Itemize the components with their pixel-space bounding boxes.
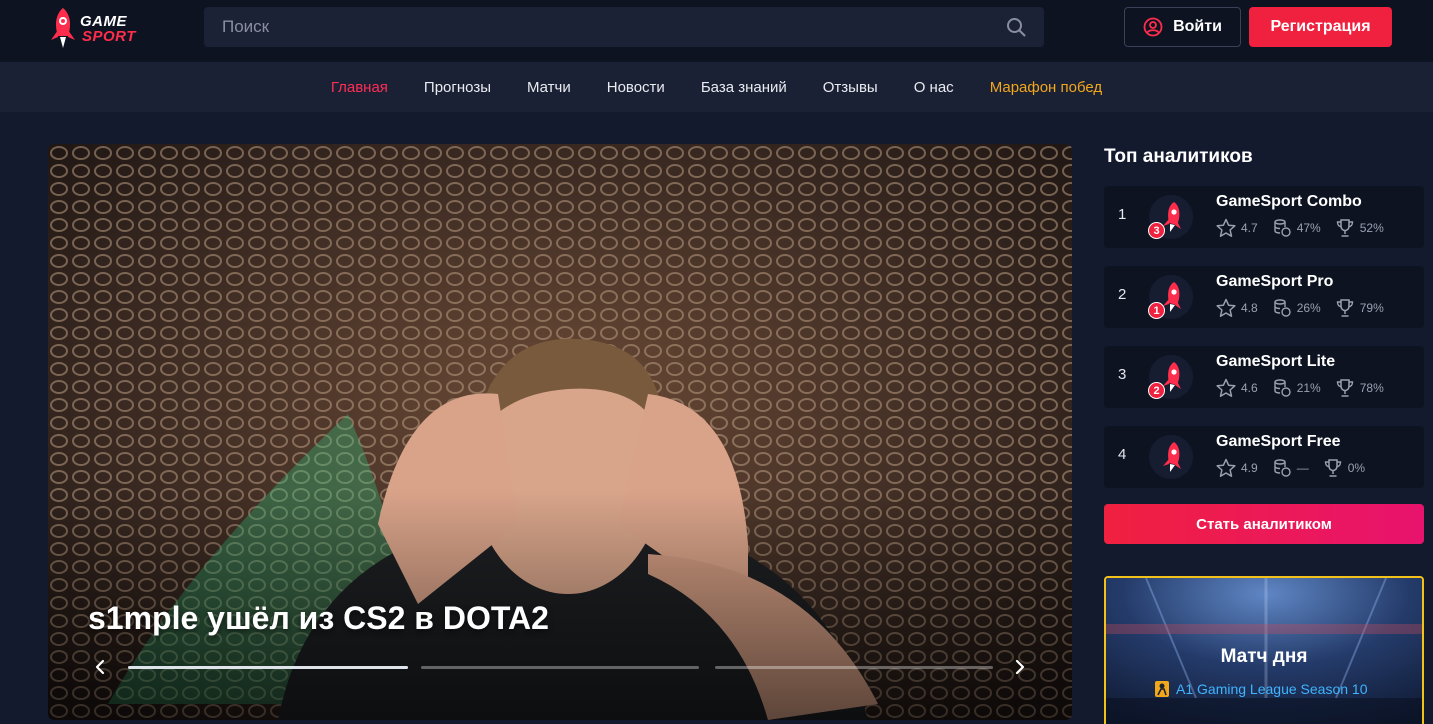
nav-item-reviews[interactable]: Отзывы	[823, 79, 878, 96]
analyst-stats: 4.8 26% 79%	[1216, 298, 1384, 318]
wins-value: 52%	[1359, 221, 1384, 235]
bank-value: 26%	[1296, 301, 1321, 315]
top-header: GAME SPORT Войти Регистрация	[0, 0, 1433, 62]
bank-value: 47%	[1296, 221, 1321, 235]
bank-value: —	[1296, 461, 1309, 475]
rating-stat: 4.9	[1216, 458, 1258, 478]
analyst-card[interactable]: 4 GameSport Free 4.9 — 0%	[1104, 426, 1424, 488]
search-box	[204, 7, 1044, 47]
analyst-stats: 4.7 47% 52%	[1216, 218, 1384, 238]
chevron-left-icon[interactable]	[92, 656, 108, 678]
user-icon	[1143, 17, 1163, 37]
wins-stat: 78%	[1335, 378, 1384, 398]
coins-icon	[1273, 379, 1291, 397]
wins-stat: 52%	[1335, 218, 1384, 238]
analyst-rank: 3	[1118, 366, 1127, 383]
main-nav: Главная Прогнозы Матчи Новости База знан…	[0, 62, 1433, 112]
analyst-badge: 2	[1148, 382, 1165, 399]
login-label: Войти	[1173, 18, 1222, 35]
hero-slider[interactable]: s1mple ушёл из CS2 в DOTA2	[48, 144, 1072, 720]
rating-stat: 4.6	[1216, 378, 1258, 398]
analyst-rank: 1	[1118, 206, 1127, 223]
analyst-rank: 4	[1118, 446, 1127, 463]
coins-icon	[1273, 219, 1291, 237]
star-icon	[1216, 378, 1236, 397]
bank-stat: 26%	[1272, 298, 1321, 318]
rating-stat: 4.7	[1216, 218, 1258, 238]
chevron-right-icon[interactable]	[1012, 656, 1028, 678]
slide-indicator-3[interactable]	[715, 666, 993, 669]
nav-item-matches[interactable]: Матчи	[527, 79, 571, 96]
slide-indicator-2[interactable]	[421, 666, 699, 669]
analyst-rank: 2	[1118, 286, 1127, 303]
become-analyst-button[interactable]: Стать аналитиком	[1104, 504, 1424, 544]
rating-value: 4.6	[1241, 381, 1258, 395]
analyst-card[interactable]: 1 3 GameSport Combo 4.7 47% 52%	[1104, 186, 1424, 248]
search-input[interactable]	[204, 7, 984, 47]
rating-stat: 4.8	[1216, 298, 1258, 318]
wins-value: 79%	[1359, 301, 1384, 315]
trophy-icon	[1336, 299, 1353, 317]
trophy-icon	[1324, 459, 1341, 477]
star-icon	[1216, 298, 1236, 317]
coins-icon	[1273, 299, 1291, 317]
star-icon	[1216, 218, 1236, 237]
gamesport-logo[interactable]: GAME SPORT	[46, 6, 146, 50]
bank-value: 21%	[1296, 381, 1321, 395]
rocket-avatar-icon	[1149, 435, 1193, 479]
rocket-logo-icon	[51, 8, 75, 48]
bank-stat: —	[1272, 458, 1309, 478]
analyst-stats: 4.9 — 0%	[1216, 458, 1365, 478]
wins-stat: 79%	[1335, 298, 1384, 318]
star-icon	[1216, 458, 1236, 477]
analyst-name[interactable]: GameSport Lite	[1216, 353, 1335, 371]
trophy-icon	[1336, 219, 1353, 237]
analyst-name[interactable]: GameSport Pro	[1216, 273, 1333, 291]
analyst-stats: 4.6 21% 78%	[1216, 378, 1384, 398]
become-analyst-label: Стать аналитиком	[1196, 515, 1332, 533]
rating-value: 4.7	[1241, 221, 1258, 235]
cs-game-icon	[1155, 681, 1169, 697]
analyst-name[interactable]: GameSport Combo	[1216, 193, 1362, 211]
nav-item-home[interactable]: Главная	[331, 79, 388, 96]
hero-title[interactable]: s1mple ушёл из CS2 в DOTA2	[88, 600, 549, 637]
logo-text-line2: SPORT	[82, 28, 136, 45]
analyst-badge: 1	[1148, 302, 1165, 319]
top-analysts-title: Топ аналитиков	[1104, 146, 1253, 167]
league-name: A1 Gaming League Season 10	[1176, 681, 1368, 697]
wins-value: 78%	[1359, 381, 1384, 395]
analyst-card[interactable]: 2 1 GameSport Pro 4.8 26% 79%	[1104, 266, 1424, 328]
wins-value: 0%	[1347, 461, 1366, 475]
rating-value: 4.8	[1241, 301, 1258, 315]
bank-stat: 47%	[1272, 218, 1321, 238]
slide-indicator-1[interactable]	[128, 666, 408, 669]
league-link[interactable]: A1 Gaming League Season 10	[1154, 680, 1367, 698]
wins-stat: 0%	[1323, 458, 1365, 478]
match-of-the-day-card[interactable]: Матч дня A1 Gaming League Season 10	[1104, 576, 1424, 724]
analyst-badge: 3	[1148, 222, 1165, 239]
nav-item-about[interactable]: О нас	[914, 79, 954, 96]
register-button[interactable]: Регистрация	[1249, 7, 1392, 47]
nav-item-marathon[interactable]: Марафон побед	[990, 79, 1102, 96]
match-day-title: Матч дня	[1220, 646, 1308, 667]
search-icon[interactable]	[1006, 17, 1026, 37]
nav-item-news[interactable]: Новости	[607, 79, 665, 96]
nav-item-predictions[interactable]: Прогнозы	[424, 79, 491, 96]
register-label: Регистрация	[1270, 18, 1371, 35]
analyst-card[interactable]: 3 2 GameSport Lite 4.6 21% 78%	[1104, 346, 1424, 408]
analyst-name[interactable]: GameSport Free	[1216, 433, 1340, 451]
bank-stat: 21%	[1272, 378, 1321, 398]
rating-value: 4.9	[1241, 461, 1258, 475]
login-button[interactable]: Войти	[1124, 7, 1241, 47]
coins-icon	[1273, 459, 1291, 477]
trophy-icon	[1336, 379, 1353, 397]
nav-item-knowledge-base[interactable]: База знаний	[701, 79, 787, 96]
